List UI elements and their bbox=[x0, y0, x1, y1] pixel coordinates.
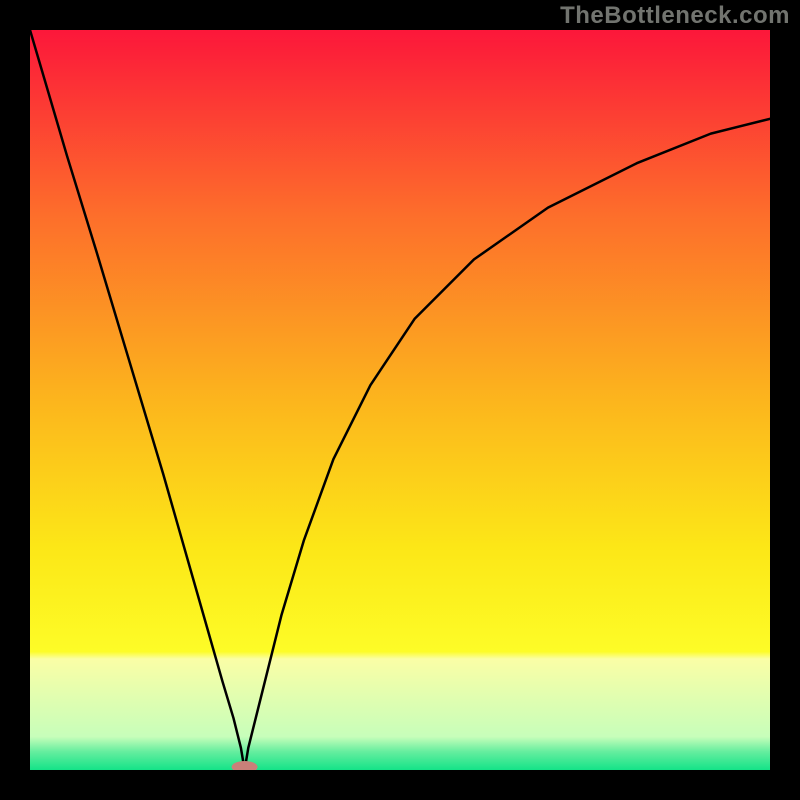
chart-container: TheBottleneck.com bbox=[0, 0, 800, 800]
plot-area bbox=[30, 30, 770, 770]
branding-watermark: TheBottleneck.com bbox=[560, 2, 790, 30]
